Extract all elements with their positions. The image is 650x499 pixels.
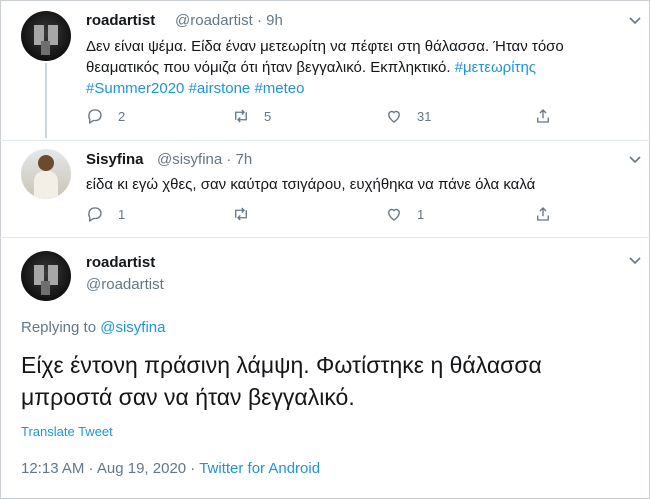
retweet-icon [235, 207, 247, 221]
reply-icon [88, 109, 102, 124]
main-tweet: roadartist @roadartist Replying to @sisy… [0, 238, 650, 499]
tweet-2[interactable]: Sisyfina @sisyfina · 7h είδα κι εγώ χθες… [0, 141, 650, 236]
reply-button[interactable]: 1 [86, 205, 125, 223]
tweet-time: 9h [266, 12, 283, 29]
author-handle[interactable]: @roadartist [86, 276, 164, 293]
translate-tweet-link[interactable]: Translate Tweet [21, 424, 113, 439]
retweet-count: 5 [264, 108, 272, 124]
reply-button[interactable]: 2 [86, 107, 125, 125]
chevron-down-icon[interactable] [627, 12, 643, 28]
chevron-down-icon[interactable] [627, 252, 643, 268]
author-name[interactable]: roadartist [86, 12, 155, 29]
share-icon [537, 109, 549, 123]
tweet-time: 7h [235, 151, 253, 168]
like-button[interactable]: 31 [385, 107, 431, 125]
author-handle[interactable]: @sisyfina · 7h [157, 151, 252, 168]
reply-count: 1 [118, 206, 126, 222]
hashtag-link[interactable]: #airstone [189, 80, 251, 97]
tweet-text: Δεν είναι ψέμα. Είδα έναν μετεωρίτη να π… [86, 38, 564, 97]
hashtag-link[interactable]: #Summer2020 [86, 80, 184, 97]
reply-count: 2 [118, 108, 126, 124]
replying-to-handle-link[interactable]: @sisyfina [100, 319, 165, 336]
reply-icon [88, 207, 102, 222]
avatar[interactable] [21, 11, 71, 61]
tweet-meta: 12:13 AM · Aug 19, 2020 · Twitter for An… [21, 460, 320, 477]
retweet-button[interactable]: 5 [232, 107, 271, 125]
share-button[interactable] [534, 107, 566, 125]
tweet-1[interactable]: roadartist @roadartist · 9h Δεν είναι ψέ… [0, 0, 650, 138]
author-name[interactable]: roadartist [86, 254, 155, 271]
avatar[interactable] [21, 149, 71, 199]
share-button[interactable] [534, 205, 566, 223]
thread-line [45, 63, 47, 138]
author-handle[interactable]: @roadartist · 9h [175, 12, 283, 29]
avatar[interactable] [21, 251, 71, 301]
tweet-timestamp[interactable]: 12:13 AM · Aug 19, 2020 · [21, 460, 199, 477]
retweet-icon [235, 109, 247, 123]
hashtag-link[interactable]: #meteo [254, 80, 304, 97]
hashtag-link[interactable]: #μετεωρίτης [455, 59, 536, 76]
replying-to: Replying to @sisyfina [21, 319, 166, 336]
tweet-actions: 2 5 31 [86, 107, 566, 127]
like-button[interactable]: 1 [385, 205, 424, 223]
like-icon [388, 110, 400, 123]
retweet-button[interactable] [232, 205, 264, 223]
main-tweet-text: Είχε έντονη πράσινη λάμψη. Φωτίστηκε η θ… [21, 352, 542, 410]
chevron-down-icon[interactable] [627, 151, 643, 167]
share-icon [537, 207, 549, 221]
tweet-actions: 1 1 [86, 205, 566, 225]
like-icon [388, 208, 400, 221]
like-count: 31 [417, 108, 432, 124]
like-count: 1 [417, 206, 425, 222]
author-name[interactable]: Sisyfina [86, 151, 144, 168]
tweet-source-link[interactable]: Twitter for Android [199, 460, 320, 477]
tweet-text: είδα κι εγώ χθες, σαν καύτρα τσιγάρου, ε… [86, 176, 536, 193]
